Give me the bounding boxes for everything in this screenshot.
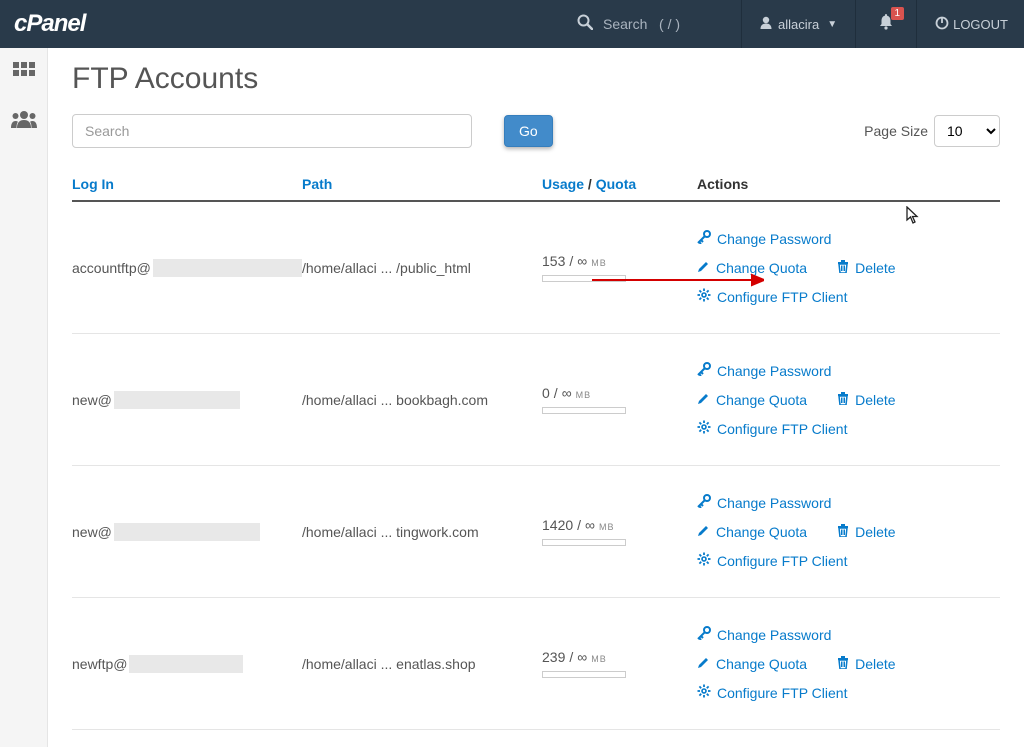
- login-cell: accountftp@: [72, 259, 302, 277]
- login-cell: new@: [72, 391, 302, 409]
- actions-cell: Change Password Change Quota Delete Configu…: [697, 626, 1000, 701]
- path-cell: /home/allaci ... enatlas.shop: [302, 656, 542, 672]
- page-size-select[interactable]: 10: [934, 115, 1000, 147]
- configure-ftp-link[interactable]: Configure FTP Client: [697, 684, 847, 701]
- controls-row: Go Page Size 10: [72, 114, 1000, 148]
- caret-down-icon: ▼: [827, 19, 837, 30]
- usage-cell: 153/∞MB: [542, 253, 697, 282]
- table-row: newftp@/home/allaci ... enatlas.shop239/…: [72, 598, 1000, 730]
- gear-icon: [697, 684, 711, 701]
- divider: [855, 0, 856, 48]
- path-cell: /home/allaci ... /public_html: [302, 260, 542, 276]
- search-input[interactable]: [72, 114, 472, 148]
- path-cell: /home/allaci ... tingwork.com: [302, 524, 542, 540]
- key-icon: [697, 626, 711, 643]
- divider: [741, 0, 742, 48]
- key-icon: [697, 362, 711, 379]
- pencil-icon: [697, 524, 710, 540]
- logout-icon: [935, 16, 949, 33]
- column-usage-quota[interactable]: Usage / Quota: [542, 176, 697, 192]
- usage-meter: [542, 407, 626, 414]
- page-size-control: Page Size 10: [864, 115, 1000, 147]
- column-login[interactable]: Log In: [72, 176, 302, 192]
- global-search-input[interactable]: [603, 16, 723, 32]
- table-header: Log In Path Usage / Quota Actions: [72, 176, 1000, 202]
- column-actions: Actions: [697, 176, 1000, 192]
- pencil-icon: [697, 260, 710, 276]
- login-cell: new@: [72, 523, 302, 541]
- usage-meter: [542, 539, 626, 546]
- path-cell: /home/allaci ... bookbagh.com: [302, 392, 542, 408]
- go-button[interactable]: Go: [504, 115, 553, 147]
- redacted-mask: [114, 523, 260, 541]
- actions-cell: Change Password Change Quota Delete Configu…: [697, 362, 1000, 437]
- notification-badge: 1: [891, 7, 905, 20]
- ftp-accounts-table: Log In Path Usage / Quota Actions accoun…: [72, 176, 1000, 730]
- redacted-mask: [129, 655, 243, 673]
- actions-cell: Change Password Change Quota Delete Configu…: [697, 494, 1000, 569]
- usage-meter: [542, 671, 626, 678]
- gear-icon: [697, 420, 711, 437]
- page-title: FTP Accounts: [72, 62, 1000, 96]
- top-navbar: cPanel allacira ▼ 1 LOGOUT: [0, 0, 1024, 48]
- configure-ftp-link[interactable]: Configure FTP Client: [697, 288, 847, 305]
- change-password-link[interactable]: Change Password: [697, 230, 831, 247]
- redacted-mask: [114, 391, 240, 409]
- apps-grid-icon[interactable]: [13, 62, 35, 90]
- change-password-link[interactable]: Change Password: [697, 362, 831, 379]
- usage-meter: [542, 275, 626, 282]
- usage-cell: 0/∞MB: [542, 385, 697, 414]
- change-password-link[interactable]: Change Password: [697, 626, 831, 643]
- key-icon: [697, 230, 711, 247]
- delete-link[interactable]: Delete: [837, 259, 895, 276]
- user-menu[interactable]: allacira ▼: [760, 16, 837, 32]
- trash-icon: [837, 655, 849, 672]
- cpanel-logo[interactable]: cPanel: [14, 10, 85, 38]
- divider: [916, 0, 917, 48]
- pencil-icon: [697, 392, 710, 408]
- login-cell: newftp@: [72, 655, 302, 673]
- usage-cell: 239/∞MB: [542, 649, 697, 678]
- logout-button[interactable]: LOGOUT: [935, 16, 1008, 33]
- users-icon[interactable]: [11, 108, 37, 134]
- change-password-link[interactable]: Change Password: [697, 494, 831, 511]
- actions-cell: Change Password Change Quota Delete Configu…: [697, 230, 1000, 305]
- trash-icon: [837, 523, 849, 540]
- delete-link[interactable]: Delete: [837, 391, 895, 408]
- user-icon: [760, 16, 772, 32]
- left-sidebar: [0, 48, 48, 747]
- configure-ftp-link[interactable]: Configure FTP Client: [697, 552, 847, 569]
- key-icon: [697, 494, 711, 511]
- table-row: new@/home/allaci ... bookbagh.com0/∞MBCh…: [72, 334, 1000, 466]
- delete-link[interactable]: Delete: [837, 655, 895, 672]
- usage-cell: 1420/∞MB: [542, 517, 697, 546]
- notifications-button[interactable]: 1: [874, 13, 898, 35]
- logout-label: LOGOUT: [953, 17, 1008, 32]
- redacted-mask: [153, 259, 302, 277]
- global-search[interactable]: [577, 14, 723, 35]
- column-path[interactable]: Path: [302, 176, 542, 192]
- change-quota-link[interactable]: Change Quota: [697, 524, 807, 540]
- change-quota-link[interactable]: Change Quota: [697, 392, 807, 408]
- delete-link[interactable]: Delete: [837, 523, 895, 540]
- gear-icon: [697, 288, 711, 305]
- search-icon: [577, 14, 593, 35]
- username-label: allacira: [778, 17, 819, 32]
- table-row: accountftp@/home/allaci ... /public_html…: [72, 202, 1000, 334]
- trash-icon: [837, 391, 849, 408]
- main-content: FTP Accounts Go Page Size 10 Log In Path…: [48, 48, 1024, 747]
- change-quota-link[interactable]: Change Quota: [697, 656, 807, 672]
- gear-icon: [697, 552, 711, 569]
- configure-ftp-link[interactable]: Configure FTP Client: [697, 420, 847, 437]
- page-size-label: Page Size: [864, 123, 928, 139]
- pencil-icon: [697, 656, 710, 672]
- change-quota-link[interactable]: Change Quota: [697, 260, 807, 276]
- table-row: new@/home/allaci ... tingwork.com1420/∞M…: [72, 466, 1000, 598]
- trash-icon: [837, 259, 849, 276]
